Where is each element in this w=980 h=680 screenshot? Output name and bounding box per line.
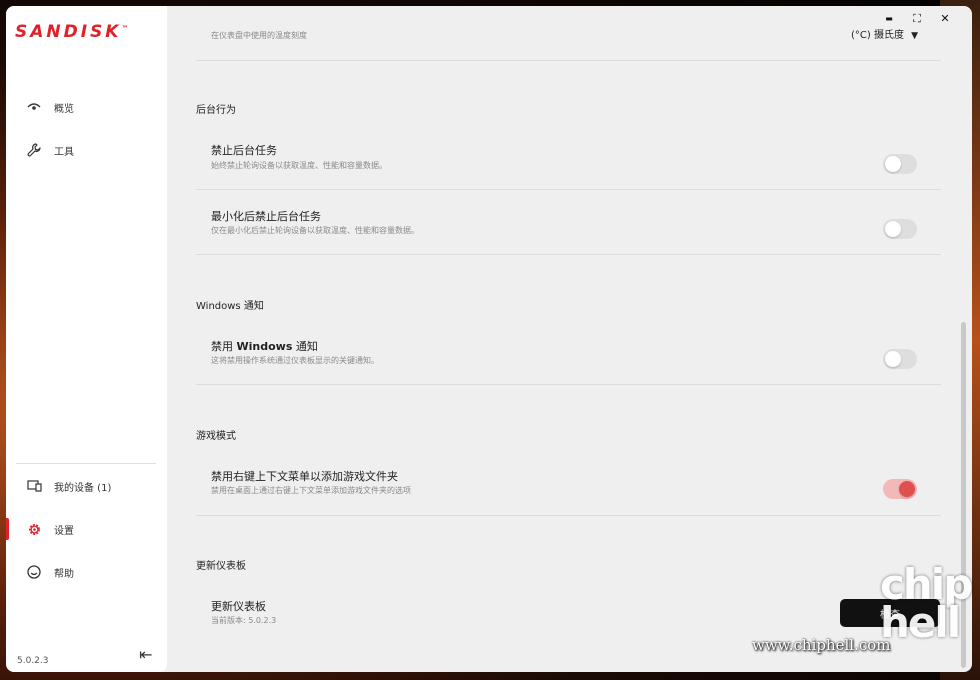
chiphell-watermark-logo: chip hell [880,560,973,647]
nav-help[interactable]: 帮助 [6,557,167,587]
active-indicator [6,518,9,540]
temperature-unit-value: (°C) 摄氏度 [851,30,904,41]
nav-overview-label: 概览 [54,103,74,115]
section-update-title: 更新仪表板 [196,561,246,572]
nav-my-devices-label: 我的设备 (1) [54,482,112,494]
eye-icon [26,99,42,115]
disable-context-menu-toggle[interactable] [883,479,917,499]
disable-notifications-toggle[interactable] [883,349,917,369]
disable-notifications-subtitle: 这将禁用操作系统通过仪表板显示的关键通知。 [211,356,379,365]
chiphell-watermark-url: www.chiphell.com [752,636,891,654]
nav-settings[interactable]: 设置 [6,514,167,544]
app-version: 5.0.2.3 [17,656,49,666]
settings-panel: 在仪表盘中使用的温度刻度 (°C) 摄氏度 ▼ 后台行为 禁止后台任务 始终禁止… [167,6,957,672]
wrench-icon [26,142,42,158]
temperature-subtitle: 在仪表盘中使用的温度刻度 [211,31,307,40]
divider [196,60,941,61]
section-game-mode-title: 游戏模式 [196,431,236,442]
disable-notifications-title: 禁用 Windows 通知 [211,340,318,353]
sidebar-divider [16,463,156,464]
toggle-knob [885,221,901,237]
divider [196,189,941,190]
current-version-text: 当前版本: 5.0.2.3 [211,616,277,625]
nav-help-label: 帮助 [54,568,74,580]
sandisk-logo: SANDISK™ [15,22,129,42]
divider [196,515,941,516]
nav-settings-label: 设置 [54,525,74,537]
sidebar: SANDISK™ 概览 工具 我的设备 (1) 设置 帮助 5.0.2.3 ⇤ [6,6,167,672]
gear-icon [26,521,42,537]
divider [196,254,941,255]
devices-icon [26,478,42,494]
disable-when-minimized-toggle[interactable] [883,219,917,239]
nav-tools[interactable]: 工具 [6,135,167,165]
smiley-help-icon [26,564,42,580]
disable-when-minimized-title: 最小化后禁止后台任务 [211,210,321,223]
toggle-knob [885,351,901,367]
disable-background-tasks-subtitle: 始终禁止轮询设备以获取温度、性能和容量数据。 [211,161,387,170]
disable-background-tasks-title: 禁止后台任务 [211,144,277,157]
disable-context-menu-subtitle: 禁用在桌面上通过右键上下文菜单添加游戏文件夹的选项 [211,486,411,495]
section-background-title: 后台行为 [196,105,236,116]
temperature-unit-select[interactable]: (°C) 摄氏度 ▼ [851,26,918,41]
update-dashboard-title: 更新仪表板 [211,600,266,613]
section-notifications-title: Windows 通知 [196,301,264,312]
toggle-knob [885,156,901,172]
disable-background-tasks-toggle[interactable] [883,154,917,174]
collapse-sidebar-button[interactable]: ⇤ [139,647,152,663]
app-window: SANDISK™ 概览 工具 我的设备 (1) 设置 帮助 5.0.2.3 ⇤ … [6,6,972,672]
chevron-down-icon: ▼ [911,31,919,41]
disable-when-minimized-subtitle: 仅在最小化后禁止轮询设备以获取温度、性能和容量数据。 [211,226,419,235]
divider [196,384,941,385]
toggle-knob [899,481,915,497]
disable-context-menu-title: 禁用右键上下文菜单以添加游戏文件夹 [211,470,398,483]
nav-tools-label: 工具 [54,146,74,158]
nav-my-devices[interactable]: 我的设备 (1) [6,471,167,501]
nav-overview[interactable]: 概览 [6,92,167,122]
